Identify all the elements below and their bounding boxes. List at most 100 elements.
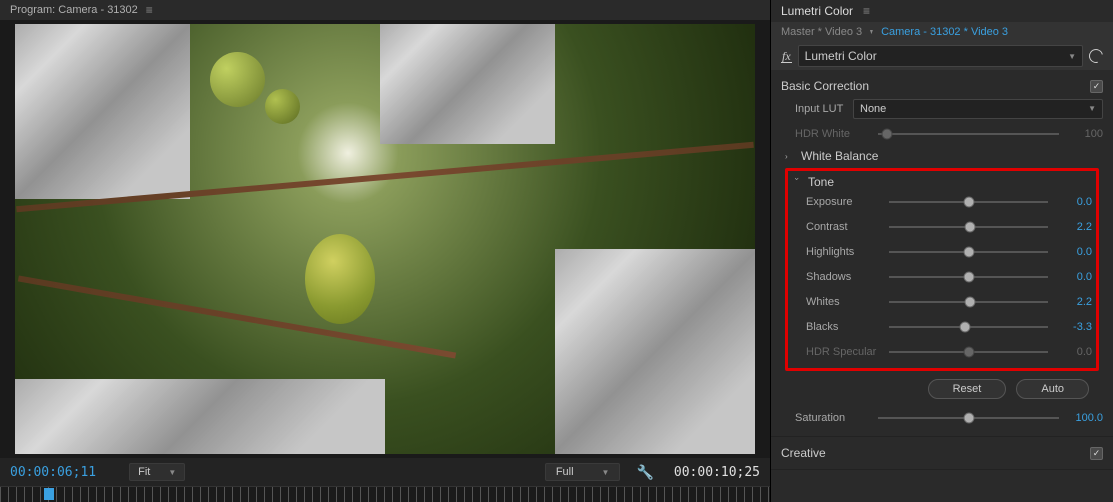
bird-subject <box>305 234 375 324</box>
blacks-row: Blacks -3.3 <box>792 314 1092 339</box>
exposure-row: Exposure 0.0 <box>792 189 1092 214</box>
program-viewer <box>0 20 770 458</box>
hdr-specular-value: 0.0 <box>1056 346 1092 358</box>
fruit-2 <box>265 89 300 124</box>
hdr-specular-label: HDR Specular <box>806 346 881 358</box>
chevron-right-icon: › <box>785 152 795 161</box>
program-title: Program: Camera - 31302 <box>10 4 138 16</box>
input-lut-row: Input LUT None ▼ <box>781 96 1103 121</box>
exposure-slider[interactable] <box>889 201 1048 203</box>
transport-bar: 00:00:06;11 Fit ▼ Full ▼ 🔧 00:00:10;25 <box>0 458 770 486</box>
auto-button[interactable]: Auto <box>1016 379 1089 399</box>
whites-label: Whites <box>806 296 881 308</box>
basic-correction-section: Basic Correction ✓ Input LUT None ▼ HDR … <box>771 70 1113 437</box>
contrast-slider[interactable] <box>889 226 1048 228</box>
white-balance-label: White Balance <box>801 149 878 163</box>
saturation-thumb[interactable] <box>963 412 974 423</box>
fx-name-label: Lumetri Color <box>805 49 877 63</box>
shadows-label: Shadows <box>806 271 881 283</box>
creative-toggle[interactable]: ✓ <box>1090 447 1103 460</box>
creative-label: Creative <box>781 446 826 460</box>
basic-correction-header[interactable]: Basic Correction ✓ <box>781 76 1103 96</box>
blacks-thumb[interactable] <box>960 321 971 332</box>
active-clip-link[interactable]: Camera - 31302 * Video 3 <box>881 26 1008 38</box>
shadows-value[interactable]: 0.0 <box>1056 271 1092 283</box>
overlay-texture-1 <box>15 24 190 199</box>
panel-menu-icon[interactable]: ≡ <box>863 4 870 18</box>
contrast-thumb[interactable] <box>965 221 976 232</box>
exposure-label: Exposure <box>806 196 881 208</box>
viewer-canvas[interactable] <box>15 24 755 454</box>
master-breadcrumb: Master * Video 3 ▼ Camera - 31302 * Vide… <box>771 22 1113 42</box>
hdr-white-label: HDR White <box>795 128 870 140</box>
basic-correction-label: Basic Correction <box>781 79 869 93</box>
creative-section: Creative ✓ <box>771 437 1113 470</box>
timeline-ruler[interactable] <box>0 486 770 502</box>
chevron-down-icon: › <box>793 177 802 187</box>
playhead[interactable] <box>44 488 54 500</box>
fit-dropdown[interactable]: Fit ▼ <box>129 463 185 481</box>
basic-correction-toggle[interactable]: ✓ <box>1090 80 1103 93</box>
chevron-down-icon: ▼ <box>168 468 176 477</box>
exposure-value[interactable]: 0.0 <box>1056 196 1092 208</box>
lumetri-header: Lumetri Color ≡ <box>771 0 1113 22</box>
input-lut-value: None <box>860 103 886 115</box>
highlights-slider[interactable] <box>889 251 1048 253</box>
tone-label: Tone <box>808 175 834 189</box>
program-menu-icon[interactable]: ≡ <box>146 3 153 17</box>
highlights-value[interactable]: 0.0 <box>1056 246 1092 258</box>
fx-select[interactable]: Lumetri Color ▼ <box>798 45 1083 67</box>
input-lut-label: Input LUT <box>795 103 853 115</box>
ruler-ticks <box>0 487 770 502</box>
reset-button[interactable]: Reset <box>928 379 1007 399</box>
saturation-row: Saturation 100.0 <box>781 405 1103 430</box>
hdr-specular-row: HDR Specular 0.0 <box>792 339 1092 364</box>
highlights-row: Highlights 0.0 <box>792 239 1092 264</box>
highlights-label: Highlights <box>806 246 881 258</box>
wrench-icon[interactable]: 🔧 <box>636 464 653 481</box>
tone-header[interactable]: › Tone <box>792 175 1092 189</box>
saturation-label: Saturation <box>795 412 870 424</box>
whites-row: Whites 2.2 <box>792 289 1092 314</box>
blacks-value[interactable]: -3.3 <box>1056 321 1092 333</box>
hdr-specular-thumb <box>963 346 974 357</box>
overlay-texture-2 <box>380 24 555 144</box>
reset-effect-icon[interactable] <box>1086 46 1105 65</box>
fruit-1 <box>210 52 265 107</box>
program-header: Program: Camera - 31302 ≡ <box>0 0 770 20</box>
tone-highlight-box: › Tone Exposure 0.0 Contrast 2.2 Highlig… <box>785 168 1099 371</box>
highlights-thumb[interactable] <box>963 246 974 257</box>
overlay-texture-3 <box>555 249 755 454</box>
hdr-specular-slider <box>889 351 1048 353</box>
chevron-down-icon: ▼ <box>1068 52 1076 61</box>
contrast-value[interactable]: 2.2 <box>1056 221 1092 233</box>
whites-thumb[interactable] <box>965 296 976 307</box>
blacks-label: Blacks <box>806 321 881 333</box>
hdr-white-thumb <box>882 128 893 139</box>
whites-slider[interactable] <box>889 301 1048 303</box>
chevron-down-icon: ▼ <box>1088 104 1096 113</box>
fx-row: fx Lumetri Color ▼ <box>771 42 1113 70</box>
saturation-value[interactable]: 100.0 <box>1067 412 1103 424</box>
master-clip-link[interactable]: Master * Video 3 <box>781 26 862 38</box>
hdr-white-value: 100 <box>1067 128 1103 140</box>
blacks-slider[interactable] <box>889 326 1048 328</box>
chevron-down-icon: ▼ <box>602 468 610 477</box>
saturation-slider[interactable] <box>878 417 1059 419</box>
hdr-white-row: HDR White 100 <box>781 121 1103 146</box>
input-lut-select[interactable]: None ▼ <box>853 99 1103 119</box>
contrast-label: Contrast <box>806 221 881 233</box>
shadows-slider[interactable] <box>889 276 1048 278</box>
creative-header[interactable]: Creative ✓ <box>781 443 1103 463</box>
chevron-down-icon: ▼ <box>869 29 874 36</box>
shadows-thumb[interactable] <box>963 271 974 282</box>
zoom-dropdown[interactable]: Full ▼ <box>545 463 621 481</box>
whites-value[interactable]: 2.2 <box>1056 296 1092 308</box>
exposure-thumb[interactable] <box>963 196 974 207</box>
timecode-duration: 00:00:10;25 <box>674 465 760 480</box>
shadows-row: Shadows 0.0 <box>792 264 1092 289</box>
overlay-texture-4 <box>15 379 385 454</box>
timecode-current[interactable]: 00:00:06;11 <box>10 465 96 480</box>
white-balance-header[interactable]: › White Balance <box>781 146 1103 166</box>
fx-icon[interactable]: fx <box>781 50 792 63</box>
